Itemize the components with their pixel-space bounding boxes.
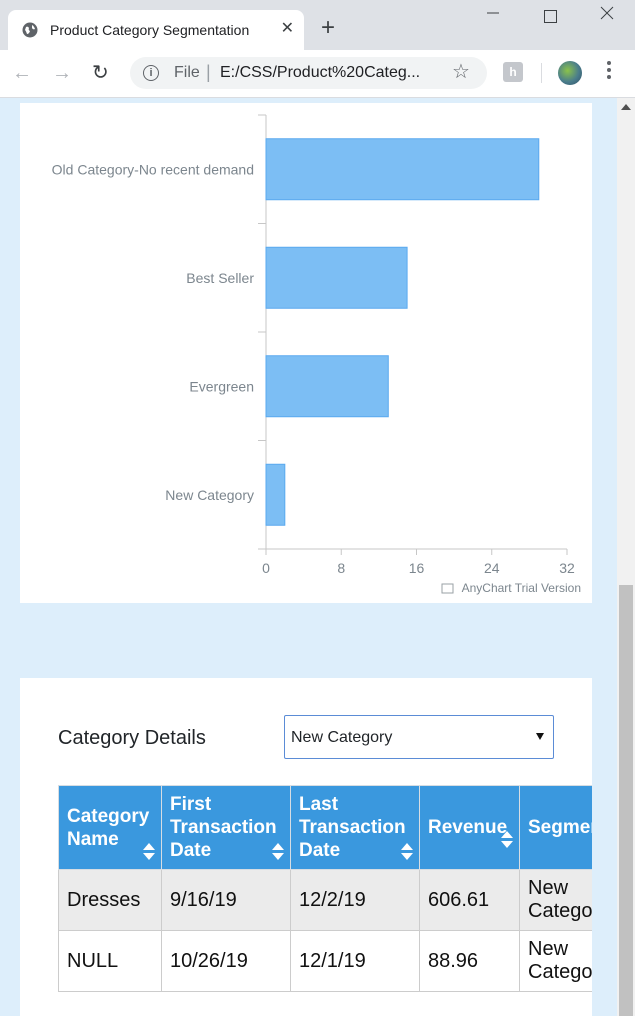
anychart-logo-icon [441, 583, 454, 594]
dropdown-caret-icon [536, 733, 544, 740]
column-header-label: Segment [528, 817, 592, 838]
tab-title: Product Category Segmentation [50, 22, 250, 38]
column-header-label: Transaction [170, 817, 277, 838]
table-cell: 10/26/19 [161, 930, 291, 992]
sort-icon[interactable] [272, 843, 284, 861]
url-scheme: File [174, 64, 200, 81]
table-cell: NewCategory [519, 930, 592, 992]
bar-old-category-no-recent-demand[interactable] [265, 138, 540, 201]
column-header-label: Date [299, 840, 341, 861]
url-divider: | [206, 62, 211, 82]
globe-icon [22, 22, 38, 38]
toolbar-divider [541, 63, 542, 83]
column-header[interactable]: Category Name [58, 785, 162, 870]
close-icon[interactable]: ✕ [281, 20, 294, 38]
column-header[interactable]: Segment [519, 785, 592, 870]
scroll-up-arrow-icon[interactable] [621, 104, 631, 110]
bar-new-category[interactable] [265, 463, 286, 526]
address-bar[interactable]: i File | E:/CSS/Product%20Categ... ☆ [130, 57, 487, 89]
profile-avatar[interactable] [558, 61, 582, 85]
tab-strip: Product Category Segmentation ✕ + [0, 0, 635, 50]
category-label: Best Seller [186, 270, 254, 286]
scrollbar[interactable] [617, 98, 635, 1016]
browser-tab[interactable]: Product Category Segmentation ✕ [8, 10, 304, 50]
x-tick-label: 32 [559, 560, 575, 576]
bar-evergreen[interactable] [265, 355, 389, 418]
table-cell: Dresses [58, 869, 162, 931]
column-header[interactable]: Revenue [419, 785, 520, 870]
back-icon[interactable]: ← [12, 62, 32, 84]
browser-toolbar: ← → ↻ i File | E:/CSS/Product%20Categ...… [0, 50, 635, 98]
x-tick-label: 0 [262, 560, 270, 576]
scrollbar-thumb[interactable] [619, 585, 633, 1016]
window-close-icon[interactable] [600, 6, 614, 20]
column-header-label: Date [170, 840, 212, 861]
forward-icon[interactable]: → [52, 62, 72, 84]
select-value: New Category [291, 729, 393, 746]
table-cell: 12/1/19 [290, 930, 420, 992]
table-cell: 88.96 [419, 930, 520, 992]
info-icon[interactable]: i [143, 65, 159, 81]
reload-icon[interactable]: ↻ [92, 62, 109, 84]
sort-icon[interactable] [401, 843, 413, 861]
category-label: Evergreen [189, 378, 254, 394]
minimize-icon[interactable] [486, 6, 500, 20]
table-header-row: Category Name First Transaction Date Last Tran… [58, 785, 592, 870]
column-header-label: First [170, 794, 212, 815]
extension-icon[interactable]: h [503, 62, 523, 82]
url-text[interactable]: E:/CSS/Product%20Categ... [220, 64, 428, 82]
table-cell: 9/16/19 [161, 869, 291, 931]
column-header-label: Transaction [299, 817, 406, 838]
chart-card: Old Category-No recent demand Best Seller… [20, 103, 592, 603]
column-header-label: Revenue [428, 817, 508, 838]
column-header-label: Category [67, 805, 150, 827]
category-label: Old Category-No recent demand [52, 161, 254, 177]
x-tick-label: 24 [484, 560, 500, 576]
page-viewport: Old Category-No recent demand Best Seller… [0, 98, 617, 1016]
column-header-label: Name [67, 828, 119, 850]
new-tab-button[interactable]: + [321, 16, 335, 40]
table-cell: 12/2/19 [290, 869, 420, 931]
chart-credit[interactable]: AnyChart Trial Version [462, 581, 581, 595]
table-row[interactable]: NULL10/26/1912/1/1988.96NewCategory [58, 930, 592, 992]
bookmark-star-icon[interactable]: ☆ [452, 61, 470, 83]
category-select[interactable]: New Category [284, 715, 554, 759]
table-cell: NULL [58, 930, 162, 992]
sort-icon[interactable] [143, 843, 155, 861]
table-row[interactable]: Dresses9/16/1912/2/19606.61NewCategory [58, 869, 592, 931]
sort-icon[interactable] [501, 831, 513, 849]
x-tick-label: 8 [337, 560, 345, 576]
maximize-icon[interactable] [544, 10, 557, 23]
column-header[interactable]: Last Transaction Date [290, 785, 420, 870]
bar-chart: Old Category-No recent demand Best Seller… [52, 114, 581, 595]
category-label: New Category [165, 487, 254, 503]
x-tick-label: 16 [409, 560, 425, 576]
menu-kebab-icon[interactable] [607, 61, 611, 82]
column-header[interactable]: First Transaction Date [161, 785, 291, 870]
table-cell: NewCategory [519, 869, 592, 931]
table-cell: 606.61 [419, 869, 520, 931]
details-table: Category Name First Transaction Date Last Tran… [58, 785, 592, 992]
column-header-label: Last [299, 794, 339, 815]
category-details-card: Category Details New Category Category Na… [20, 678, 592, 1016]
bar-best-seller[interactable] [265, 246, 408, 309]
details-title: Category Details [58, 727, 206, 749]
